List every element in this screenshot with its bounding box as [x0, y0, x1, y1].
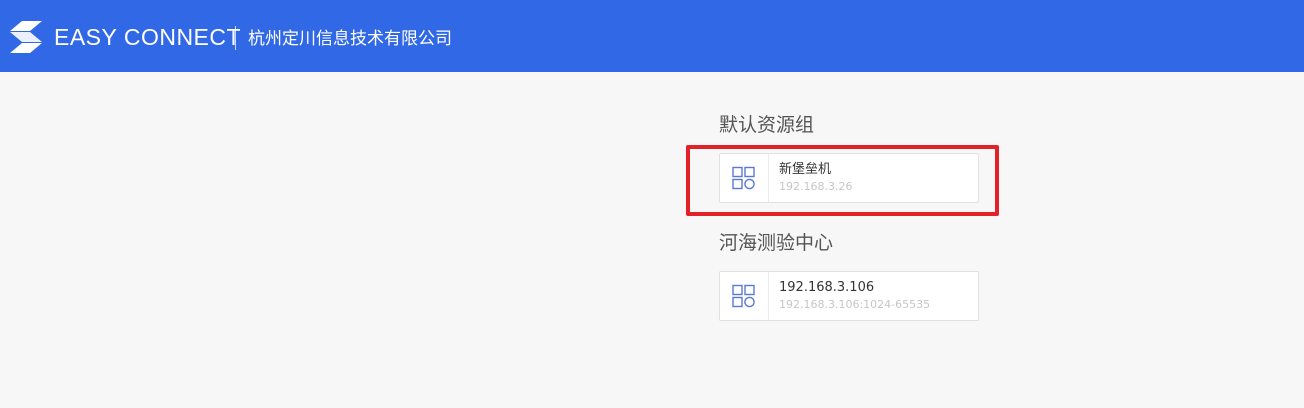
apps-grid-icon — [720, 154, 769, 202]
resource-card-bastion[interactable]: 新堡垒机 192.168.3.26 — [719, 153, 979, 203]
resource-name: 新堡垒机 — [779, 162, 832, 177]
resource-name: 192.168.3.106 — [779, 280, 875, 295]
resource-address: 192.168.3.26 — [779, 180, 853, 193]
group-title-default: 默认资源组 — [719, 114, 815, 136]
resource-card-ip[interactable]: 192.168.3.106 192.168.3.106:1024-65535 — [719, 271, 979, 321]
group-title-test-center: 河海测验中心 — [719, 232, 834, 254]
header-divider — [235, 26, 236, 50]
company-name: 杭州定川信息技术有限公司 — [248, 29, 452, 49]
brand-name: EASY CONNECT — [54, 24, 242, 50]
apps-grid-icon — [720, 272, 769, 320]
resource-address: 192.168.3.106:1024-65535 — [779, 298, 931, 311]
easyconnect-logo-icon — [9, 21, 43, 53]
top-header: EASY CONNECT 杭州定川信息技术有限公司 — [0, 0, 1304, 72]
